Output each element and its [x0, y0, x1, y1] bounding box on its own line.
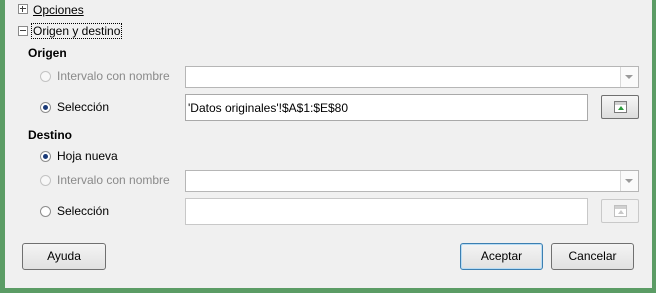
- dest-named-range-radio[interactable]: [40, 175, 51, 186]
- dest-new-sheet-label: Hoja nueva: [57, 149, 118, 163]
- cancel-button[interactable]: Cancelar: [551, 243, 634, 270]
- options-expander[interactable]: Opciones: [33, 3, 84, 17]
- dest-selection-input[interactable]: [185, 198, 588, 225]
- source-named-range-label: Intervalo con nombre: [57, 69, 170, 83]
- source-destination-label: Origen y destino: [33, 24, 121, 38]
- chevron-down-icon[interactable]: [620, 67, 638, 87]
- window-frame-bottom: [0, 288, 656, 293]
- shrink-dialog-icon: [614, 101, 627, 113]
- shrink-dialog-icon: [614, 205, 627, 217]
- dest-new-sheet-radio[interactable]: [40, 151, 51, 162]
- source-selection-input[interactable]: 'Datos originales'!$A$1:$E$80: [185, 94, 588, 121]
- plus-expander-icon[interactable]: [18, 4, 28, 14]
- dest-shrink-button[interactable]: [601, 199, 639, 223]
- dest-named-range-label: Intervalo con nombre: [57, 173, 170, 187]
- destination-section-title: Destino: [28, 128, 73, 142]
- window-frame-right: [652, 0, 656, 293]
- dest-selection-radio[interactable]: [40, 206, 51, 217]
- pivot-table-dialog: Opciones Origen y destino Origen Interva…: [5, 0, 652, 288]
- source-section-title: Origen: [28, 46, 67, 60]
- source-named-range-combobox[interactable]: [185, 66, 639, 88]
- chevron-down-icon[interactable]: [620, 171, 638, 191]
- minus-expander-icon[interactable]: [18, 26, 28, 36]
- source-selection-label: Selección: [57, 100, 110, 114]
- source-shrink-button[interactable]: [601, 95, 639, 119]
- ok-button[interactable]: Aceptar: [460, 243, 543, 270]
- source-named-range-radio[interactable]: [40, 71, 51, 82]
- dest-named-range-combobox[interactable]: [185, 170, 639, 192]
- help-button[interactable]: Ayuda: [22, 243, 106, 270]
- source-destination-expander[interactable]: Origen y destino: [30, 23, 123, 39]
- dest-selection-label: Selección: [57, 204, 110, 218]
- source-selection-radio[interactable]: [40, 102, 51, 113]
- options-label: Opciones: [33, 3, 84, 17]
